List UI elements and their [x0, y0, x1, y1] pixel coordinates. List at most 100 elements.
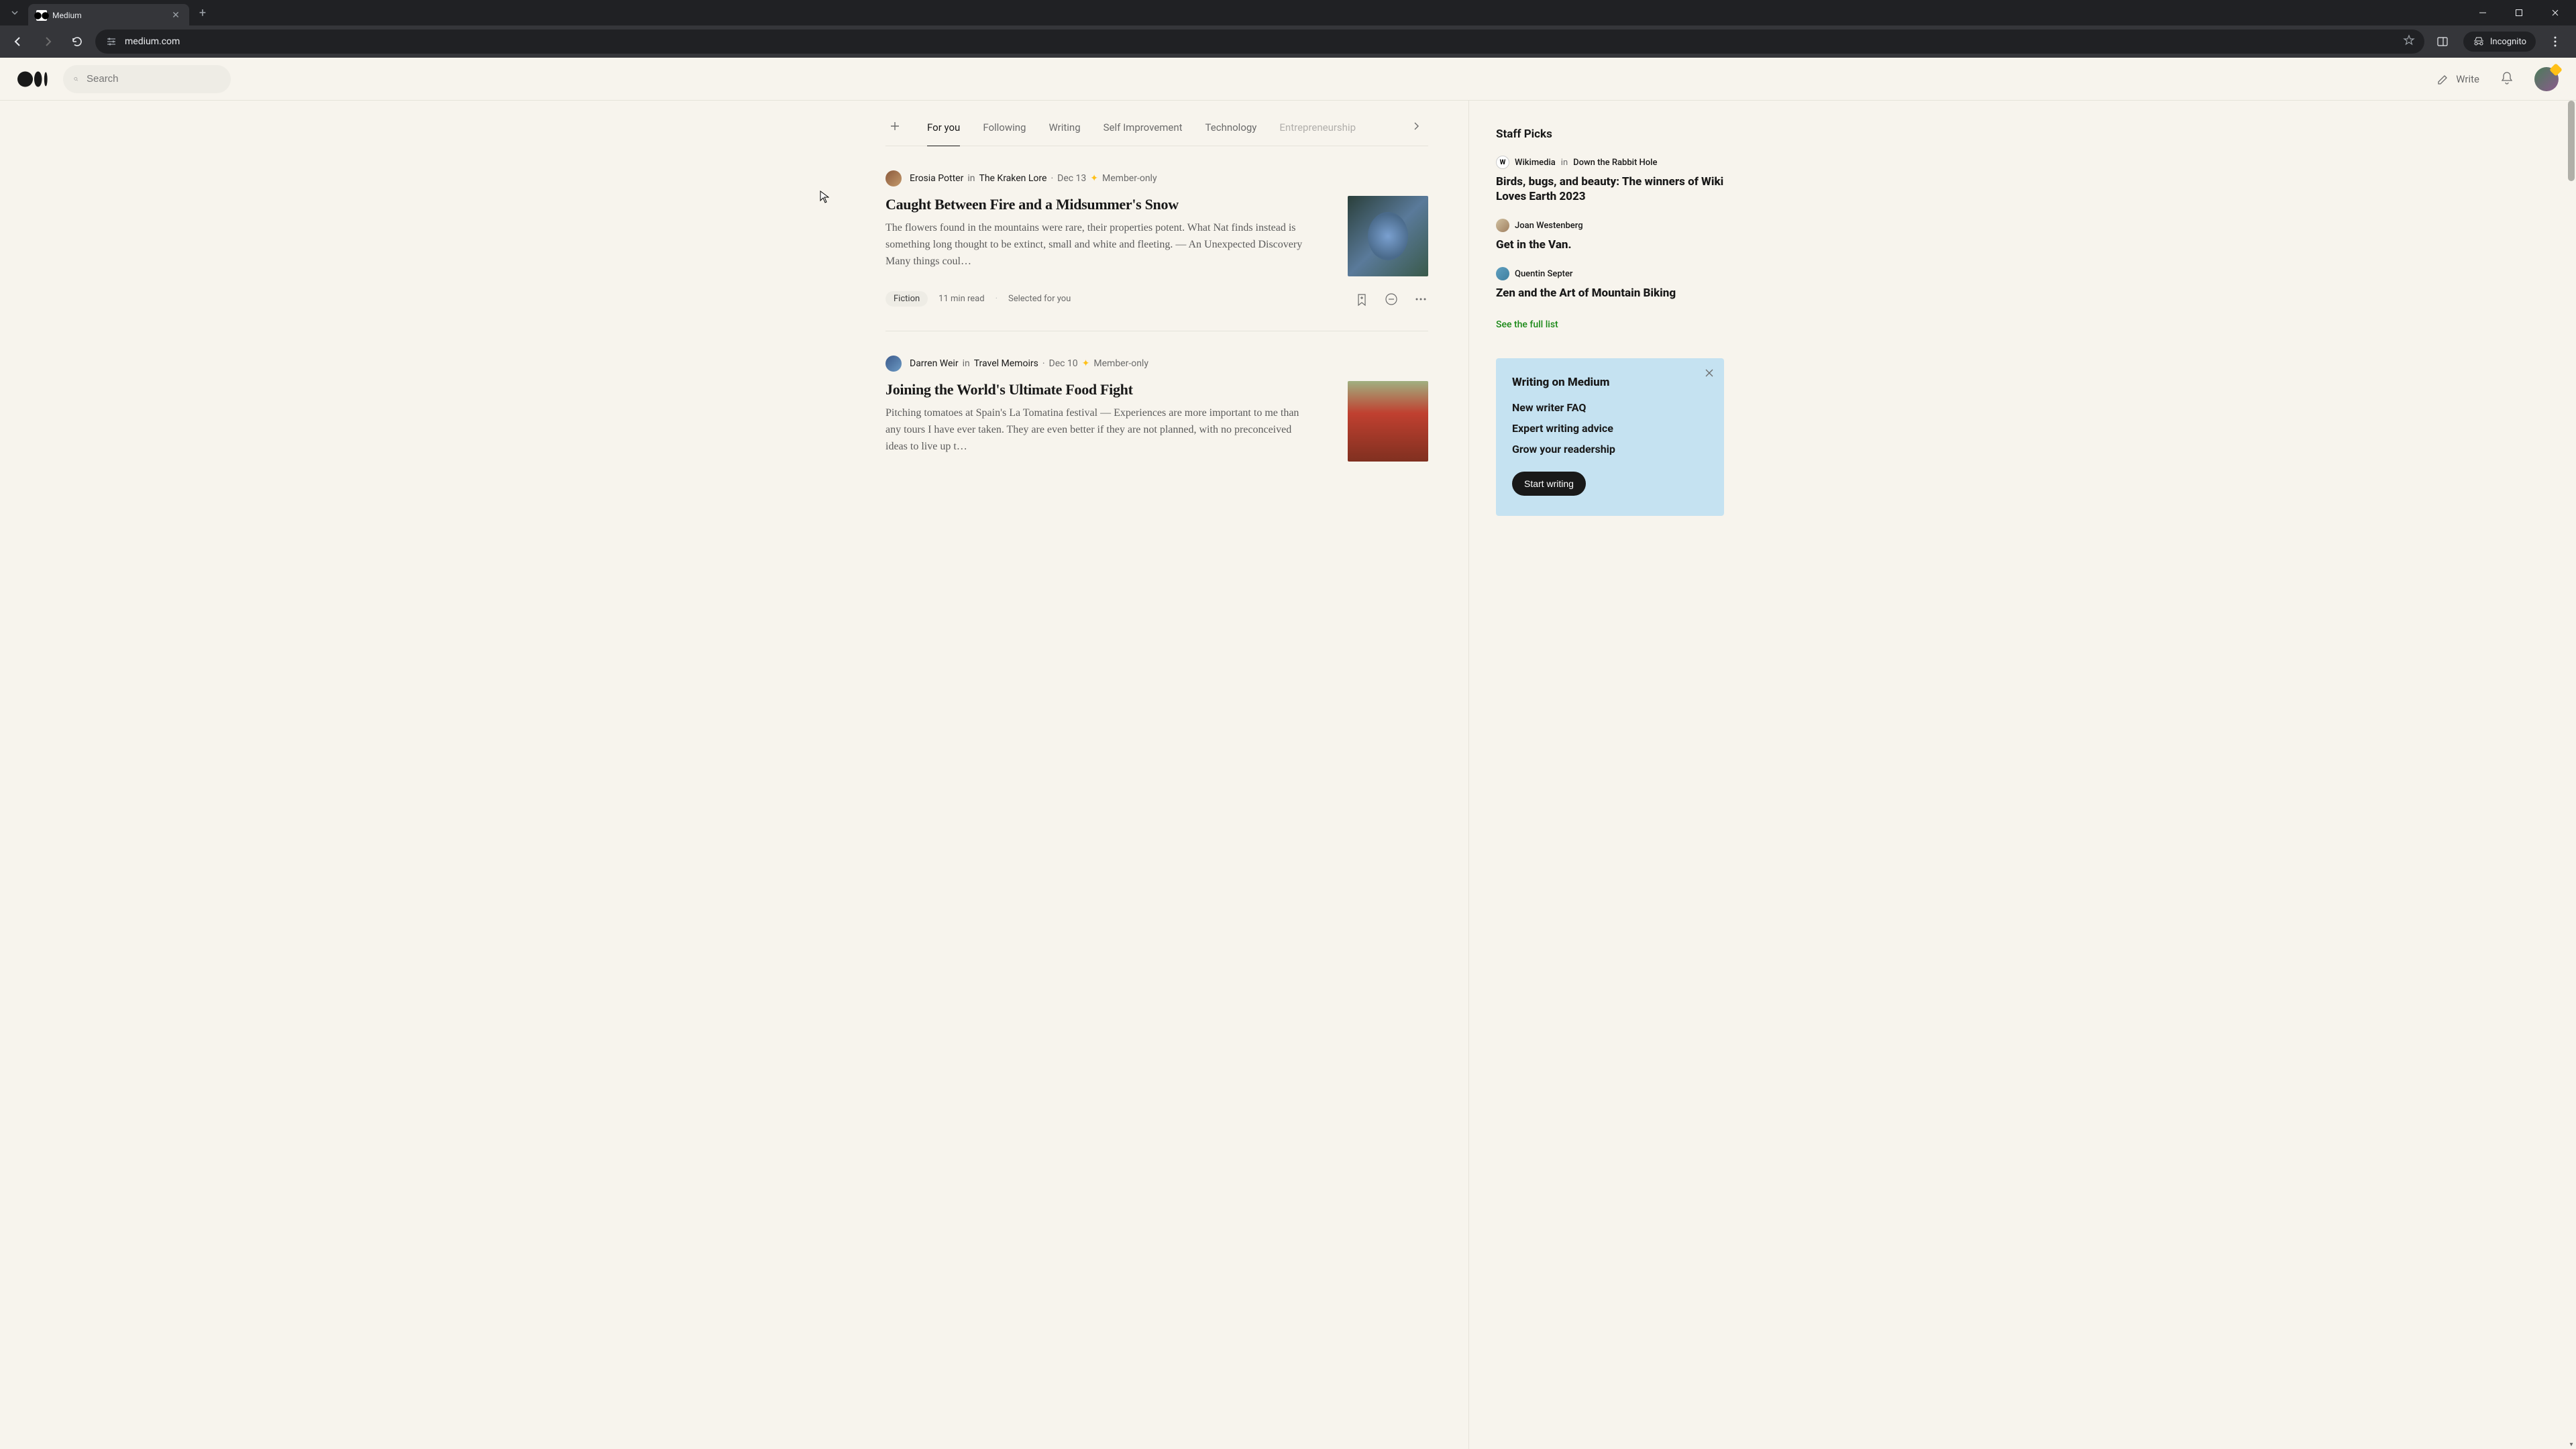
promo-link-advice[interactable]: Expert writing advice — [1512, 422, 1708, 435]
back-button[interactable] — [7, 30, 30, 53]
new-tab-button[interactable]: + — [193, 3, 212, 22]
article-card: Darren Weir in Travel Memoirs · Dec 10 ✦… — [885, 331, 1428, 486]
page-scrollbar[interactable]: ▾ — [2567, 101, 2576, 1449]
bookmark-add-icon — [1354, 292, 1369, 307]
article-thumbnail[interactable] — [1348, 196, 1428, 276]
user-avatar[interactable] — [2534, 67, 2559, 91]
forward-button[interactable] — [36, 30, 59, 53]
read-time: 11 min read — [938, 294, 984, 304]
site-settings-button[interactable] — [105, 35, 118, 48]
see-full-list-link[interactable]: See the full list — [1496, 319, 1558, 330]
window-controls — [2467, 2, 2571, 23]
pick-title[interactable]: Zen and the Art of Mountain Biking — [1496, 286, 1724, 301]
main-column: For you Following Writing Self Improveme… — [825, 101, 1469, 1449]
notifications-button[interactable] — [2500, 70, 2514, 88]
article-thumbnail[interactable] — [1348, 381, 1428, 462]
maximize-icon — [2515, 9, 2523, 17]
article-excerpt[interactable]: The flowers found in the mountains were … — [885, 220, 1314, 270]
promo-close-button[interactable] — [1704, 368, 1715, 381]
author-link[interactable]: Darren Weir — [910, 358, 959, 369]
pick-title[interactable]: Birds, bugs, and beauty: The winners of … — [1496, 174, 1724, 204]
add-topic-button[interactable] — [885, 119, 904, 136]
article-text: Joining the World's Ultimate Food Fight … — [885, 381, 1314, 462]
sidebar: Staff Picks W Wikimedia in Down the Rabb… — [1469, 101, 1751, 1449]
staff-pick-item: W Wikimedia in Down the Rabbit Hole Bird… — [1496, 156, 1724, 204]
pick-author-link[interactable]: Quentin Septer — [1515, 269, 1573, 279]
article-row: Joining the World's Ultimate Food Fight … — [885, 381, 1428, 462]
browser-toolbar: medium.com Incognito — [0, 25, 2576, 58]
plus-icon — [888, 119, 902, 133]
writing-promo-card: Writing on Medium New writer FAQ Expert … — [1496, 358, 1724, 516]
pick-author-link[interactable]: Joan Westenberg — [1515, 221, 1583, 231]
incognito-label: Incognito — [2490, 37, 2526, 47]
bookmark-button[interactable] — [2403, 34, 2415, 49]
feed-tab-self-improvement[interactable]: Self Improvement — [1104, 109, 1183, 146]
author-avatar[interactable] — [885, 356, 902, 372]
browser-menu-button[interactable] — [2545, 36, 2565, 47]
search-box[interactable] — [63, 65, 231, 93]
write-icon — [2436, 72, 2451, 87]
in-word: in — [1561, 158, 1568, 168]
pick-author-link[interactable]: Wikimedia — [1515, 158, 1556, 168]
pick-author-avatar[interactable] — [1496, 219, 1509, 232]
medium-logo[interactable] — [17, 70, 50, 89]
article-date: Dec 10 — [1049, 358, 1078, 369]
article-date: Dec 13 — [1057, 173, 1086, 184]
window-minimize-button[interactable] — [2467, 2, 2498, 23]
tab-close-button[interactable]: ✕ — [170, 10, 181, 21]
save-article-button[interactable] — [1354, 292, 1369, 307]
show-less-button[interactable] — [1384, 292, 1399, 307]
pick-author-avatar[interactable]: W — [1496, 156, 1509, 169]
feed-tab-entrepreneurship[interactable]: Entrepreneurship — [1279, 109, 1356, 146]
tabs-scroll-right-button[interactable] — [1384, 121, 1428, 134]
start-writing-button[interactable]: Start writing — [1512, 472, 1586, 496]
feed-tab-for-you[interactable]: For you — [927, 109, 960, 146]
article-title[interactable]: Joining the World's Ultimate Food Fight — [885, 381, 1314, 398]
member-badge-icon — [2549, 63, 2563, 76]
article-actions — [1354, 292, 1428, 307]
sidepanel-button[interactable] — [2431, 30, 2454, 53]
search-icon — [74, 72, 78, 87]
search-input[interactable] — [87, 73, 220, 85]
promo-link-readership[interactable]: Grow your readership — [1512, 443, 1708, 455]
article-more-button[interactable] — [1413, 292, 1428, 307]
promo-title: Writing on Medium — [1512, 376, 1708, 389]
article-footer: Fiction 11 min read · Selected for you — [885, 291, 1428, 307]
pick-author-avatar[interactable] — [1496, 267, 1509, 280]
bell-icon — [2500, 70, 2514, 85]
arrow-right-icon — [42, 36, 54, 48]
reload-button[interactable] — [66, 30, 89, 53]
window-maximize-button[interactable] — [2504, 2, 2534, 23]
incognito-indicator[interactable]: Incognito — [2463, 32, 2536, 52]
browser-tab[interactable]: ⬤⬤ Medium ✕ — [28, 4, 189, 27]
dots-horizontal-icon — [1413, 292, 1428, 307]
scrollbar-down-arrow[interactable]: ▾ — [2568, 1440, 2575, 1449]
member-star-icon: ✦ — [1090, 173, 1098, 184]
tab-title: Medium — [52, 11, 165, 20]
article-excerpt[interactable]: Pitching tomatoes at Spain's La Tomatina… — [885, 405, 1314, 455]
minus-circle-icon — [1384, 292, 1399, 307]
publication-link[interactable]: The Kraken Lore — [979, 173, 1046, 184]
author-avatar[interactable] — [885, 170, 902, 186]
meta-separator: · — [1051, 173, 1053, 184]
pick-meta: W Wikimedia in Down the Rabbit Hole — [1496, 156, 1724, 169]
feed-tab-technology[interactable]: Technology — [1205, 109, 1257, 146]
scrollbar-thumb[interactable] — [2568, 101, 2575, 181]
pick-title[interactable]: Get in the Van. — [1496, 237, 1724, 252]
window-close-button[interactable] — [2540, 2, 2571, 23]
promo-link-faq[interactable]: New writer FAQ — [1512, 401, 1708, 414]
article-title[interactable]: Caught Between Fire and a Midsummer's Sn… — [885, 196, 1314, 213]
sidepanel-icon — [2436, 36, 2449, 48]
write-button[interactable]: Write — [2436, 72, 2479, 87]
pick-publication-link[interactable]: Down the Rabbit Hole — [1573, 158, 1657, 168]
author-link[interactable]: Erosia Potter — [910, 173, 963, 184]
selected-for-you-label: Selected for you — [1008, 294, 1071, 304]
medium-logo-icon — [17, 70, 50, 89]
address-bar[interactable]: medium.com — [95, 30, 2424, 54]
publication-link[interactable]: Travel Memoirs — [974, 358, 1038, 369]
feed-tab-writing[interactable]: Writing — [1049, 109, 1080, 146]
article-tag[interactable]: Fiction — [885, 291, 928, 307]
tabs-dropdown-button[interactable] — [5, 3, 24, 22]
feed-tab-following[interactable]: Following — [983, 109, 1026, 146]
close-icon — [1704, 368, 1715, 378]
